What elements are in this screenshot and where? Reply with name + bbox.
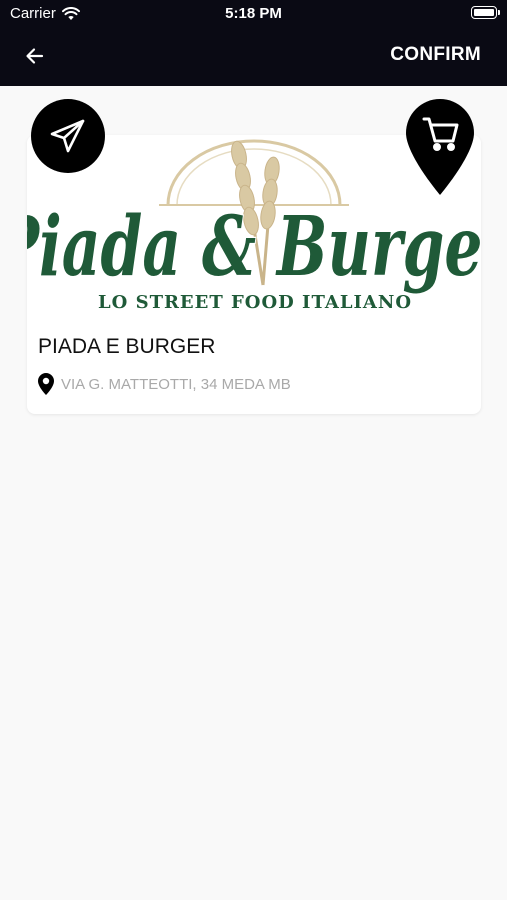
restaurant-name: PIADA E BURGER [38,335,216,358]
logo-name: Piada & Burger [27,199,481,295]
address-text: VIA G. MATTEOTTI, 34 MEDA MB [61,375,291,393]
paper-plane-icon [50,119,85,153]
status-bar: Carrier 5:18 PM [0,0,507,28]
confirm-button[interactable]: CONFIRM [390,44,481,66]
cart-button[interactable] [404,97,476,197]
restaurant-address: VIA G. MATTEOTTI, 34 MEDA MB [37,372,291,396]
top-bar: Carrier 5:18 PM CONFIRM [0,0,507,86]
send-button[interactable] [31,99,105,173]
location-pin-icon [38,373,54,395]
back-arrow-icon[interactable] [22,43,48,69]
battery-icon [471,6,500,19]
logo-tagline: LO STREET FOOD ITALIANO [98,292,412,313]
clock: 5:18 PM [225,5,282,22]
